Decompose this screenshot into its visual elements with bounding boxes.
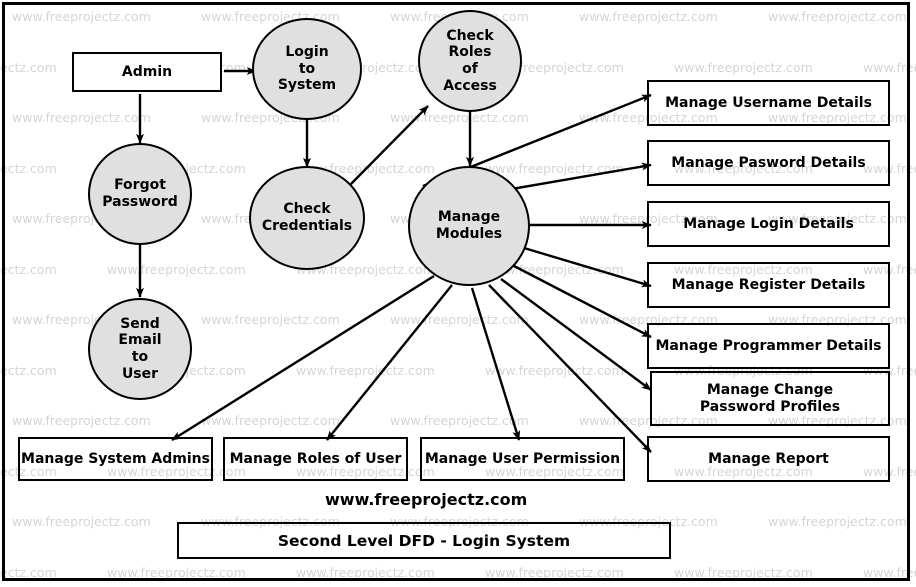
store-manage-change-password-profiles[interactable]: Manage Change Password Profiles [650, 371, 890, 426]
store-manage-username-details-label: Manage Username Details [665, 94, 872, 111]
watermark-text: www.freeprojectz.com [201, 413, 340, 428]
watermark-text: www.freeprojectz.com [296, 564, 435, 580]
watermark-text: www.freeprojectz.com [674, 564, 813, 580]
store-manage-system-admins-label: Manage System Admins [21, 450, 210, 467]
watermark-text: www.freeprojectz.com [12, 9, 151, 24]
process-check-credentials-label: Check Credentials [261, 201, 353, 234]
store-manage-programmer-details[interactable]: Manage Programmer Details [647, 323, 890, 369]
flow-modules-to-manage-report [488, 284, 652, 453]
watermark-text: www.freeprojectz.com [485, 160, 624, 176]
watermark-text: www.freeprojectz.com [390, 110, 529, 125]
flow-modules-to-manage-user-permission [470, 287, 521, 441]
watermark-text: www.freeprojectz.com [0, 261, 57, 277]
store-manage-username-details[interactable]: Manage Username Details [647, 80, 890, 126]
store-manage-report-label: Manage Report [708, 450, 829, 467]
watermark-text: www.freeprojectz.com [390, 413, 529, 428]
watermark-text: www.freeprojectz.com [674, 59, 813, 75]
store-manage-system-admins[interactable]: Manage System Admins [18, 437, 213, 481]
process-forgot-password[interactable]: Forgot Password [88, 143, 192, 245]
watermark-text: www.freeprojectz.com [0, 59, 57, 75]
store-manage-roles-of-user[interactable]: Manage Roles of User [223, 437, 408, 481]
process-check-roles-of-access[interactable]: Check Roles of Access [418, 10, 522, 112]
diagram-title-box[interactable]: Second Level DFD - Login System [177, 522, 671, 559]
watermark-text: www.freeprojectz.com [390, 312, 529, 327]
dfd-diagram-canvas: www.freeprojectz.com www.freeprojectz.com… [0, 0, 916, 587]
watermark-text: www.freeprojectz.com [485, 564, 624, 580]
entity-admin-label: Admin [121, 63, 173, 80]
process-send-email-to-user-label: Send Email to User [118, 315, 162, 382]
watermark-text: www.freeprojectz.com [0, 564, 57, 580]
store-manage-register-details-label: Manage Register Details [671, 276, 866, 293]
watermark-text: www.freeprojectz.com [0, 160, 57, 176]
store-manage-login-details[interactable]: Manage Login Details [647, 201, 890, 247]
process-login-to-system[interactable]: Login to System [252, 18, 362, 120]
store-manage-pasword-details[interactable]: Manage Pasword Details [647, 140, 890, 186]
store-manage-change-password-profiles-label: Manage Change Password Profiles [699, 381, 841, 415]
store-manage-user-permission[interactable]: Manage User Permission [420, 437, 625, 481]
process-forgot-password-label: Forgot Password [102, 177, 178, 210]
watermark-text: www.freeprojectz.com [0, 362, 57, 378]
store-manage-login-details-label: Manage Login Details [683, 215, 854, 232]
flow-modules-to-manage-programmer-details [513, 264, 652, 339]
store-manage-user-permission-label: Manage User Permission [424, 450, 621, 467]
watermark-text: www.freeprojectz.com [863, 564, 916, 580]
watermark-text: www.freeprojectz.com [12, 110, 151, 125]
store-manage-register-details[interactable]: Manage Register Details [647, 262, 890, 308]
process-manage-modules[interactable]: Manage Modules [408, 166, 530, 286]
watermark-text: www.freeprojectz.com [863, 59, 916, 75]
watermark-text: www.freeprojectz.com [12, 413, 151, 428]
watermark-text: www.freeprojectz.com [768, 9, 907, 24]
flow-modules-to-manage-register-details [523, 246, 652, 288]
flow-check-credentials-to-check-roles [347, 105, 429, 188]
store-manage-report[interactable]: Manage Report [647, 436, 890, 482]
store-manage-pasword-details-label: Manage Pasword Details [671, 154, 866, 171]
diagram-title: Second Level DFD - Login System [277, 531, 571, 550]
watermark-text: www.freeprojectz.com [107, 261, 246, 277]
process-check-roles-of-access-label: Check Roles of Access [443, 27, 497, 94]
process-check-credentials[interactable]: Check Credentials [249, 166, 365, 270]
watermark-text: www.freeprojectz.com [579, 9, 718, 24]
watermark-text: www.freeprojectz.com [768, 514, 907, 529]
watermark-text: www.freeprojectz.com [201, 312, 340, 327]
process-manage-modules-label: Manage Modules [435, 209, 503, 242]
flow-modules-to-manage-change-password [500, 278, 652, 391]
watermark-text: www.freeprojectz.com [107, 564, 246, 580]
entity-admin[interactable]: Admin [72, 52, 222, 92]
process-login-to-system-label: Login to System [277, 44, 337, 94]
watermark-text: www.freeprojectz.com [485, 362, 624, 378]
site-caption: www.freeprojectz.com [325, 490, 528, 509]
watermark-text: www.freeprojectz.com [296, 362, 435, 378]
process-send-email-to-user[interactable]: Send Email to User [88, 298, 192, 400]
flow-modules-to-manage-roles-of-user [326, 284, 453, 441]
flow-modules-to-manage-system-admins [171, 274, 435, 442]
store-manage-programmer-details-label: Manage Programmer Details [655, 337, 882, 354]
store-manage-roles-of-user-label: Manage Roles of User [229, 450, 402, 467]
watermark-text: www.freeprojectz.com [12, 514, 151, 529]
